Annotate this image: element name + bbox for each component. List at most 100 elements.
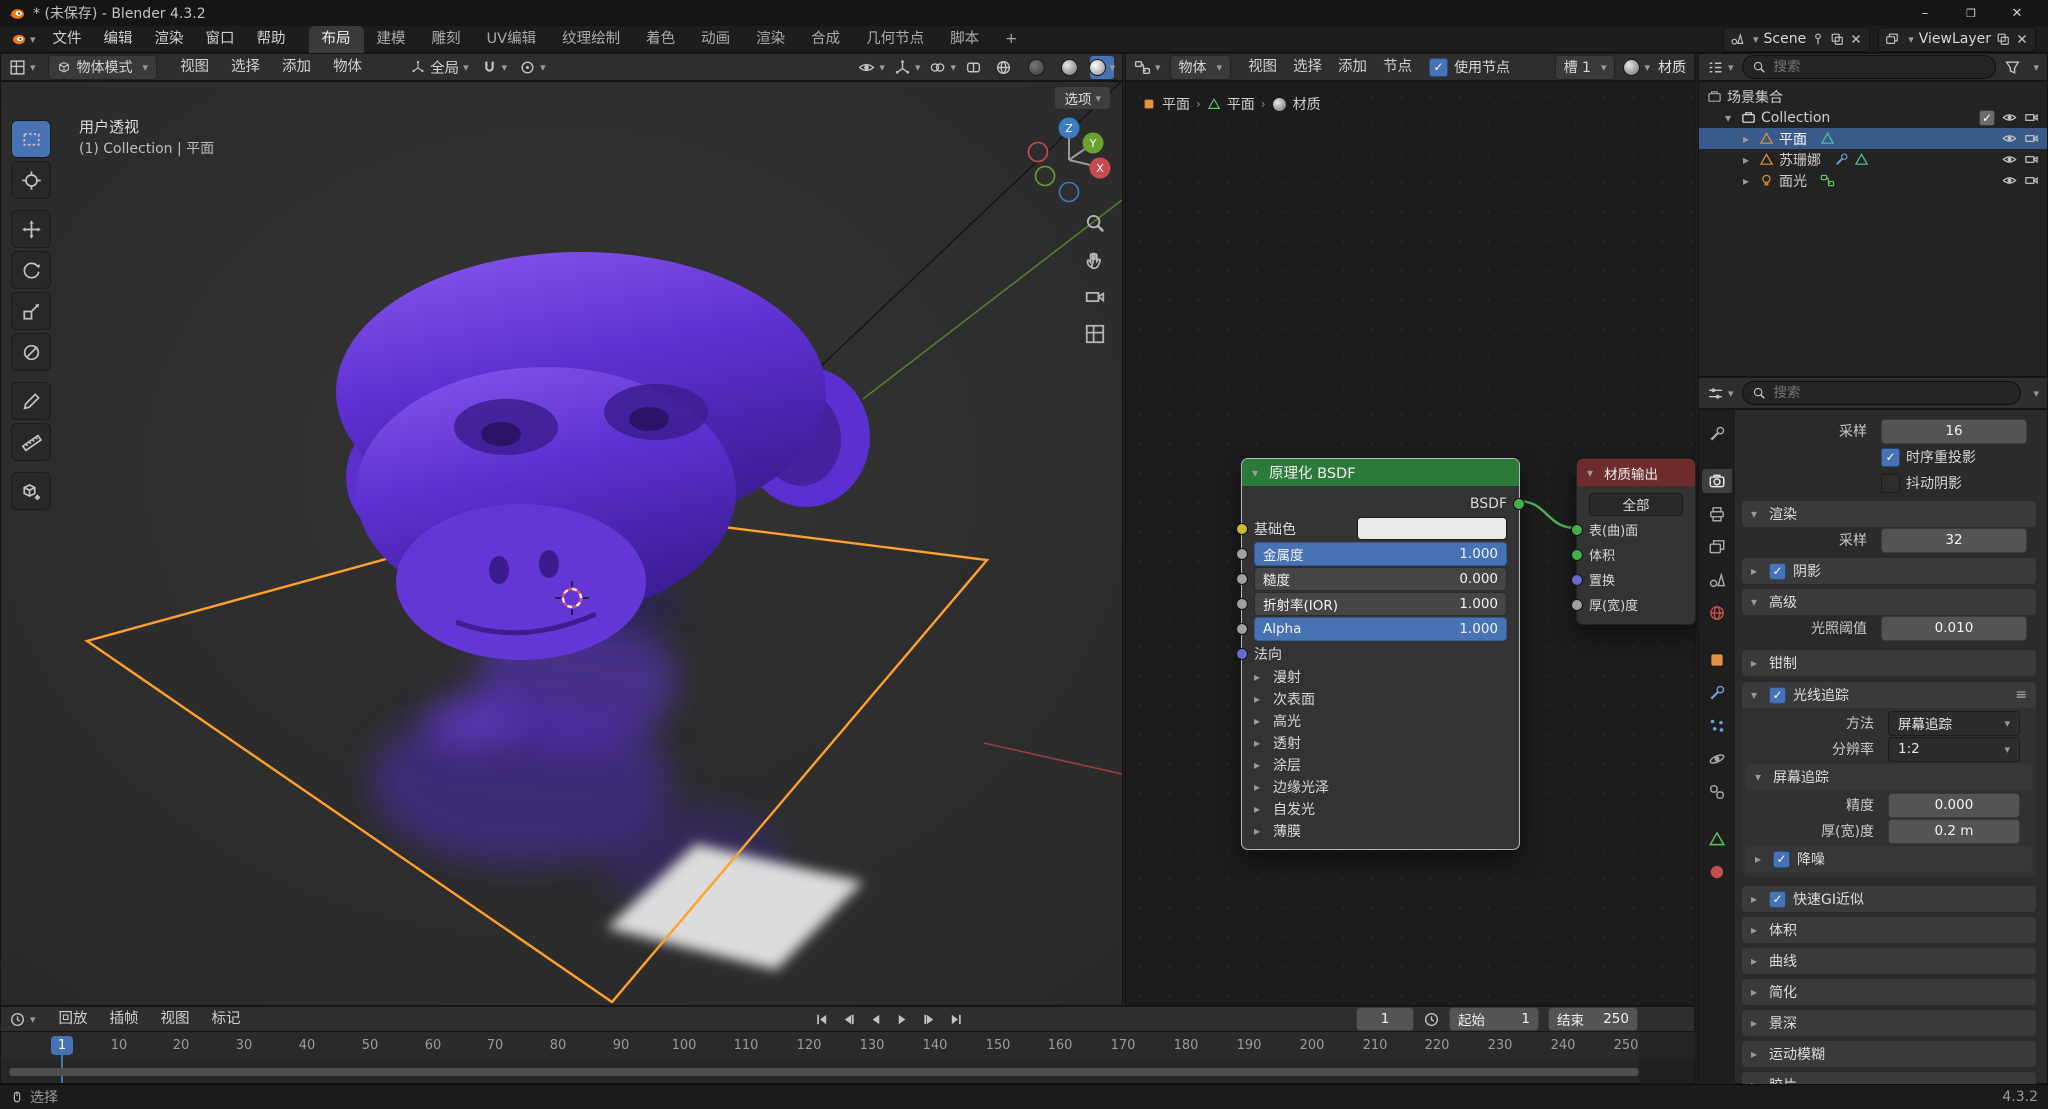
xray-toggle[interactable] <box>965 59 982 76</box>
viewport-menu-item[interactable]: 物体 <box>322 54 373 81</box>
tab-constraints[interactable] <box>1702 780 1732 804</box>
shader-menu-item[interactable]: 节点 <box>1375 54 1420 81</box>
scene-selector[interactable]: Scene <box>1723 27 1870 52</box>
jump-to-end-button[interactable] <box>944 1008 969 1030</box>
tool-scale[interactable] <box>11 292 51 330</box>
tab-physics[interactable] <box>1702 747 1732 771</box>
collapsed-section-row[interactable]: 边缘光泽 <box>1242 776 1519 798</box>
editor-type-button[interactable] <box>9 59 36 76</box>
collapsed-section-row[interactable]: 自发光 <box>1242 798 1519 820</box>
shader-menu-item[interactable]: 视图 <box>1240 54 1285 81</box>
outliner-search[interactable] <box>1742 55 1997 79</box>
bsdf-output-socket[interactable] <box>1513 498 1525 510</box>
tool-rotate[interactable] <box>11 251 51 289</box>
base-color-socket[interactable] <box>1236 523 1248 535</box>
remove-viewlayer-icon[interactable] <box>2015 32 2029 46</box>
next-keyframe-button[interactable] <box>917 1008 942 1030</box>
tool-measure[interactable] <box>11 423 51 461</box>
denoising-subpanel-header[interactable]: 降噪 <box>1746 846 2032 872</box>
hide-eye-icon[interactable] <box>2002 110 2017 125</box>
raytracing-panel-header[interactable]: 光线追踪 <box>1742 682 2036 708</box>
expand-arrow-icon[interactable] <box>1743 173 1754 189</box>
tool-annotate[interactable] <box>11 382 51 420</box>
slot-dropdown[interactable]: 槽 1 <box>1555 55 1616 80</box>
gizmo-neg-y-axis[interactable] <box>1036 167 1055 186</box>
material-output-node[interactable]: 材质输出 全部 表(曲)面 体积 置换 厚(宽)度 <box>1576 458 1696 625</box>
outliner-options-arrow[interactable] <box>2029 59 2039 75</box>
base-color-swatch[interactable] <box>1357 517 1507 540</box>
collapsed-panel-header[interactable]: 简化 <box>1742 979 2036 1005</box>
hide-eye-icon[interactable] <box>2002 173 2017 188</box>
viewport-menu-item[interactable]: 选择 <box>220 54 271 81</box>
properties-options-arrow[interactable] <box>2029 385 2039 401</box>
tab-scene[interactable] <box>1702 568 1732 592</box>
timeline-scrollbar[interactable] <box>9 1068 1639 1076</box>
proportional-edit-toggle[interactable] <box>519 59 546 76</box>
stopwatch-icon[interactable] <box>1423 1011 1440 1028</box>
expand-arrow-icon[interactable] <box>1725 110 1736 126</box>
current-frame-field[interactable]: 1 <box>1356 1007 1414 1031</box>
tab-render[interactable] <box>1702 469 1732 493</box>
collapsed-section-row[interactable]: 高光 <box>1242 710 1519 732</box>
thickness-field[interactable]: 0.2 m <box>1888 819 2020 844</box>
raytracing-checkbox[interactable] <box>1769 687 1786 704</box>
collection-checkbox[interactable] <box>1979 110 1995 126</box>
input-socket[interactable] <box>1236 573 1248 585</box>
orientation-dropdown[interactable]: 全局 <box>411 57 469 78</box>
viewport-canvas[interactable]: Z Y X <box>1 82 1122 1005</box>
gizmo-neg-z-axis[interactable] <box>1060 183 1079 202</box>
viewport-options-button[interactable]: 选项 <box>1055 87 1110 109</box>
editor-type-button[interactable] <box>1134 59 1161 76</box>
shadows-checkbox[interactable] <box>1769 563 1786 580</box>
workspace-tab[interactable]: 建模 <box>364 26 419 53</box>
principled-bsdf-node[interactable]: 原理化 BSDF BSDF 基础色 金属度1.000 糙度0.000 折射率(I… <box>1241 458 1520 850</box>
timeline-menu-item[interactable]: 视图 <box>150 1006 201 1033</box>
timeline-menu-item[interactable]: 标记 <box>201 1006 252 1033</box>
precision-field[interactable]: 0.000 <box>1888 793 2020 818</box>
jittered-shadows-checkbox[interactable] <box>1881 474 1900 493</box>
render-samples-field[interactable]: 32 <box>1881 528 2027 553</box>
viewport-menu-item[interactable]: 视图 <box>169 54 220 81</box>
collection-row[interactable]: Collection <box>1699 107 2047 128</box>
tab-particles[interactable] <box>1702 714 1732 738</box>
collapsed-section-row[interactable]: 透射 <box>1242 732 1519 754</box>
fast-gi-checkbox[interactable] <box>1769 891 1786 908</box>
clamping-panel-header[interactable]: 钳制 <box>1742 650 2036 676</box>
workspace-tab[interactable]: + <box>992 26 1030 53</box>
collapsed-panel-header[interactable]: 运动模糊 <box>1742 1041 2036 1067</box>
viewport-samples-field[interactable]: 16 <box>1881 419 2027 444</box>
material-name[interactable]: 材质 <box>1658 57 1686 77</box>
expand-arrow-icon[interactable] <box>1743 131 1754 147</box>
camera-view-icon[interactable] <box>1084 286 1106 308</box>
object-row-suzanne[interactable]: 苏珊娜 <box>1699 149 2047 170</box>
menu-item[interactable]: 窗口 <box>195 26 246 53</box>
target-select[interactable]: 全部 <box>1589 493 1683 516</box>
tab-tool[interactable] <box>1702 422 1732 446</box>
tool-move[interactable] <box>11 210 51 248</box>
timeline-ruler[interactable]: 1020304050607080901001101201301401501601… <box>0 1032 1695 1060</box>
denoising-checkbox[interactable] <box>1773 851 1790 868</box>
outliner[interactable]: 场景集合 Collection 平面 苏珊娜 <box>1698 81 2048 377</box>
shader-menu-item[interactable]: 选择 <box>1285 54 1330 81</box>
shader-type-dropdown[interactable]: 物体 <box>1170 55 1232 80</box>
tab-output[interactable] <box>1702 502 1732 526</box>
workspace-tab[interactable]: 渲染 <box>743 26 798 53</box>
workspace-tab[interactable]: 布局 <box>309 26 364 53</box>
timeline-track[interactable] <box>0 1060 1695 1084</box>
value-slider[interactable]: Alpha1.000 <box>1254 617 1507 641</box>
use-nodes-checkbox[interactable] <box>1429 58 1448 77</box>
tool-transform[interactable] <box>11 333 51 371</box>
menu-item[interactable]: 文件 <box>42 26 93 53</box>
value-slider[interactable]: 折射率(IOR)1.000 <box>1254 592 1507 616</box>
maximize-button[interactable] <box>1948 0 1994 26</box>
tool-box-select[interactable] <box>11 120 51 158</box>
value-slider[interactable]: 金属度1.000 <box>1254 542 1507 566</box>
new-scene-icon[interactable] <box>1830 32 1844 46</box>
shading-rendered-button[interactable] <box>1090 56 1114 79</box>
pan-hand-icon[interactable] <box>1084 249 1106 271</box>
editor-type-button[interactable] <box>9 1011 36 1028</box>
timeline-menu-item[interactable]: 回放 <box>48 1006 99 1033</box>
filter-funnel-icon[interactable] <box>2004 59 2021 76</box>
material-browse-dropdown[interactable] <box>1623 59 1650 76</box>
end-frame-field[interactable]: 结束250 <box>1548 1007 1638 1031</box>
